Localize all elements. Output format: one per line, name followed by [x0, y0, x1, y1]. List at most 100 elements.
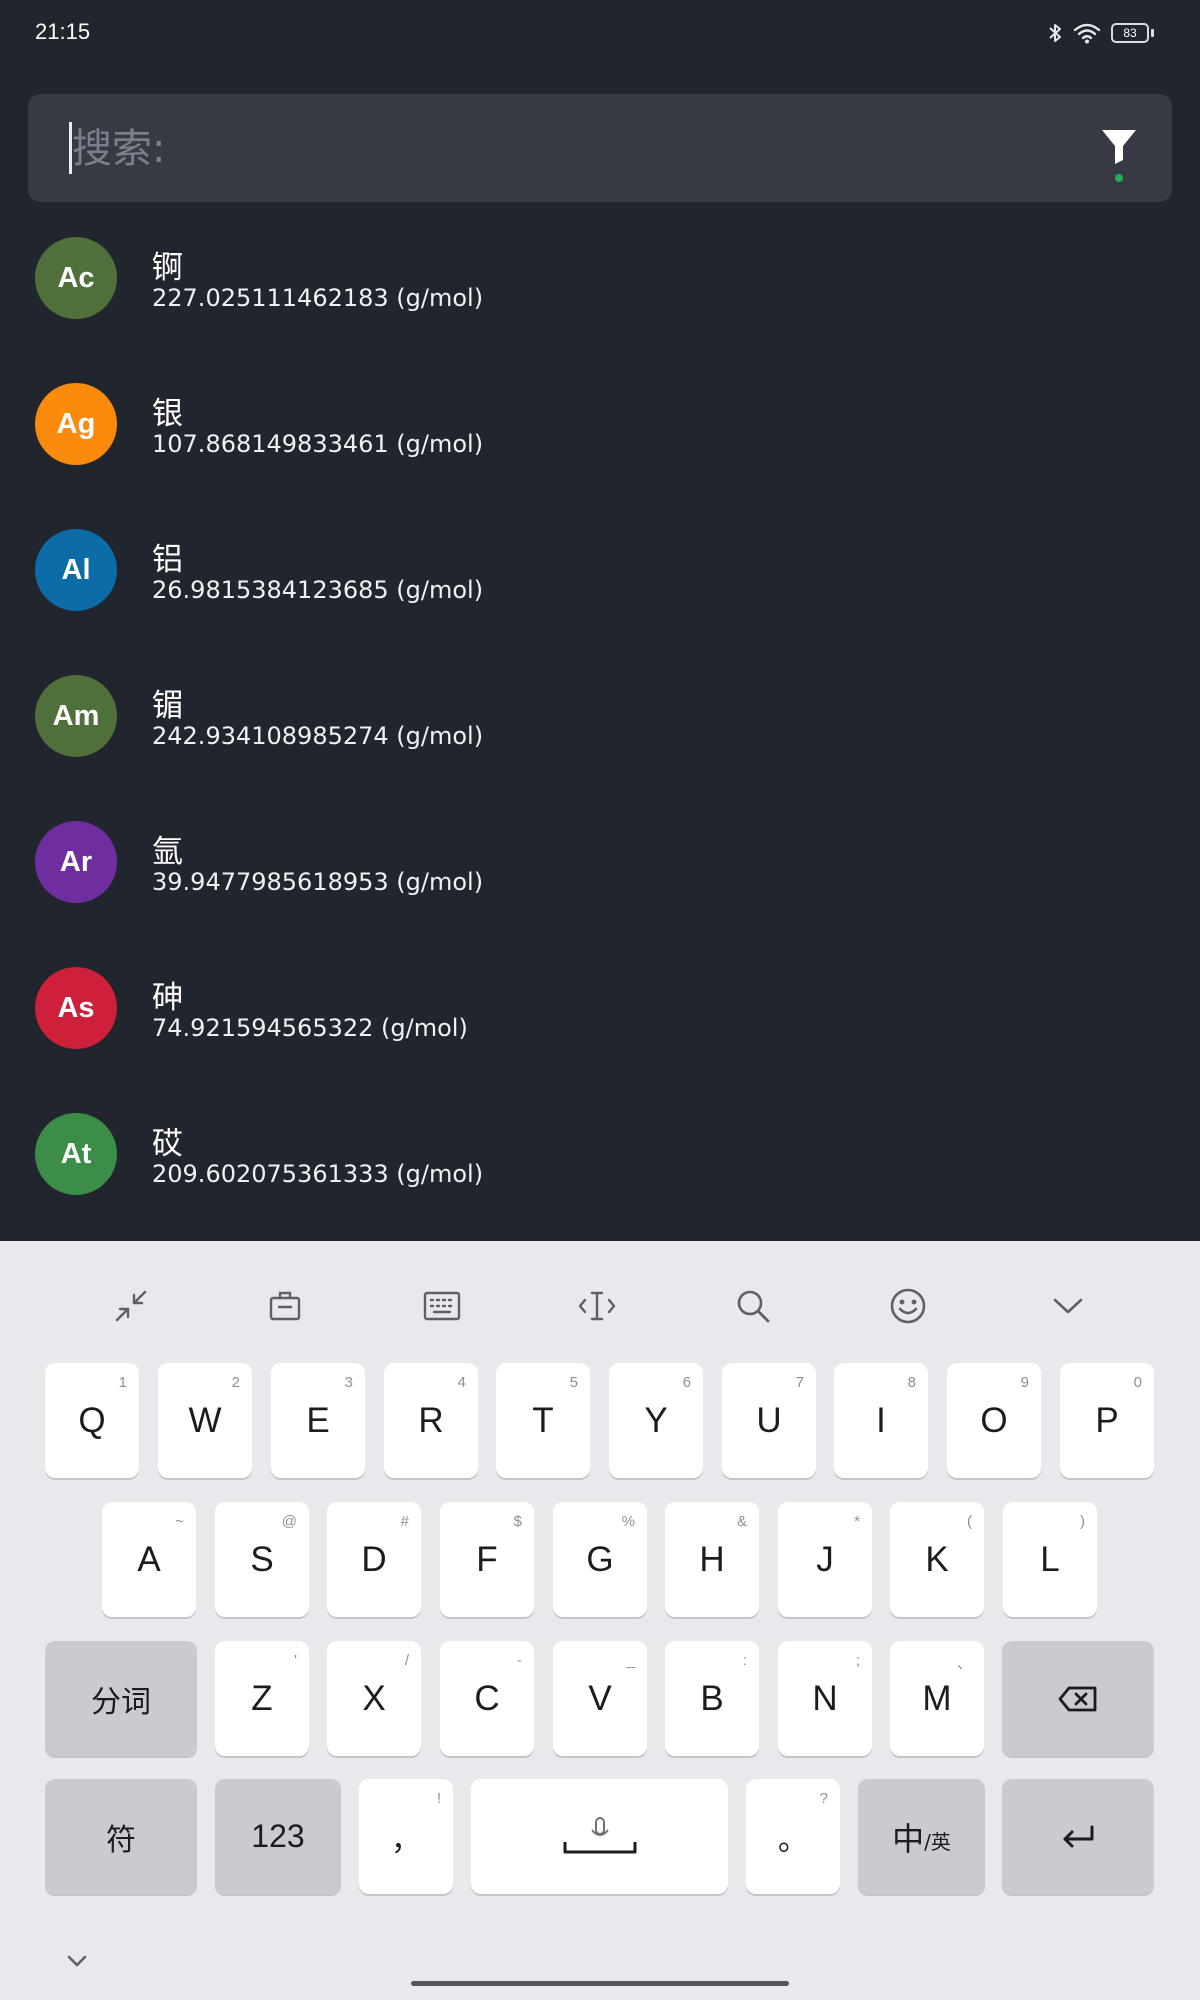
- keyboard-switch-button[interactable]: [415, 1279, 469, 1333]
- element-mass: 39.9477985618953 (g/mol): [152, 868, 484, 896]
- key-a[interactable]: A ~: [102, 1502, 196, 1617]
- chevron-down-icon: [1053, 1298, 1083, 1314]
- key-label: 分词: [91, 1684, 151, 1720]
- key-sub-label: 、: [956, 1655, 972, 1672]
- key-sub-label: 9: [1020, 1374, 1029, 1391]
- key-label: T: [532, 1400, 554, 1440]
- list-item[interactable]: Am 镅 242.934108985274 (g/mol): [0, 640, 1200, 786]
- key-sub-label: 8: [907, 1374, 916, 1391]
- key-g[interactable]: G%: [553, 1502, 647, 1617]
- element-mass: 209.602075361333 (g/mol): [152, 1160, 484, 1188]
- key-label: D: [361, 1539, 387, 1579]
- key-h[interactable]: H &: [665, 1502, 759, 1617]
- key-u[interactable]: U7: [722, 1363, 816, 1478]
- key-sub-label: &: [736, 1513, 747, 1530]
- numbers-key[interactable]: 123: [215, 1779, 341, 1894]
- key-y[interactable]: Y6: [609, 1363, 703, 1478]
- filter-active-indicator: [1115, 174, 1123, 182]
- key-e[interactable]: E3: [271, 1363, 365, 1478]
- key-x[interactable]: X /: [327, 1641, 421, 1756]
- key-label: X: [362, 1678, 386, 1718]
- key-label: E: [306, 1400, 330, 1440]
- element-avatar: Al: [35, 529, 117, 611]
- nav-collapse-button[interactable]: [62, 1946, 92, 1976]
- key-z[interactable]: Z ': [215, 1641, 309, 1756]
- space-key[interactable]: [471, 1779, 728, 1894]
- element-name: 氩: [152, 834, 183, 870]
- element-name: 铝: [152, 542, 183, 578]
- key-i[interactable]: I8: [834, 1363, 928, 1478]
- list-item[interactable]: Ag 银 107.868149833461 (g/mol): [0, 348, 1200, 494]
- home-indicator[interactable]: [411, 1981, 789, 1986]
- key-label: C: [474, 1678, 500, 1718]
- key-sub-label: %: [621, 1513, 635, 1530]
- cursor-move-button[interactable]: [570, 1279, 624, 1333]
- key-label: G: [586, 1539, 614, 1579]
- enter-key[interactable]: [1002, 1779, 1154, 1894]
- battery-level: 83: [1123, 26, 1137, 40]
- battery-icon: 83: [1111, 23, 1149, 43]
- list-item[interactable]: As 砷 74.921594565322 (g/mol): [0, 932, 1200, 1078]
- collapse-button[interactable]: [104, 1279, 158, 1333]
- battery-tip: [1151, 29, 1154, 37]
- key-sub-label: 1: [118, 1374, 127, 1391]
- key-label: F: [476, 1539, 498, 1579]
- emoji-button[interactable]: [881, 1279, 935, 1333]
- symbols-key[interactable]: 符: [45, 1779, 197, 1894]
- list-item[interactable]: Ac 锕 227.025111462183 (g/mol): [0, 202, 1200, 348]
- status-time: 21:15: [35, 19, 91, 44]
- key-sub-label: 7: [795, 1374, 804, 1391]
- list-item[interactable]: Al 铝 26.9815384123685 (g/mol): [0, 494, 1200, 640]
- key-sub-label: ?: [819, 1790, 828, 1807]
- list-item[interactable]: Ar 氩 39.9477985618953 (g/mol): [0, 786, 1200, 932]
- element-mass: 26.9815384123685 (g/mol): [152, 576, 484, 604]
- cursor-move-icon: [578, 1291, 616, 1321]
- key-n[interactable]: N;: [778, 1641, 872, 1756]
- key-label: L: [1040, 1539, 1060, 1579]
- key-o[interactable]: O9: [947, 1363, 1041, 1478]
- key-label: J: [816, 1539, 834, 1579]
- key-m[interactable]: M、: [890, 1641, 984, 1756]
- key-v[interactable]: V _: [553, 1641, 647, 1756]
- keyboard-search-button[interactable]: [726, 1279, 780, 1333]
- element-symbol: Ac: [57, 261, 95, 294]
- key-d[interactable]: D #: [327, 1502, 421, 1617]
- key-sub-label: ): [1080, 1513, 1085, 1530]
- key-q[interactable]: Q1: [45, 1363, 139, 1478]
- key-p[interactable]: P0: [1060, 1363, 1154, 1478]
- key-l[interactable]: L): [1003, 1502, 1097, 1617]
- key-label: V: [588, 1678, 612, 1718]
- key-t[interactable]: T5: [496, 1363, 590, 1478]
- element-avatar: Ag: [35, 383, 117, 465]
- hide-keyboard-button[interactable]: [1041, 1279, 1095, 1333]
- clipboard-button[interactable]: [258, 1279, 312, 1333]
- key-r[interactable]: R4: [384, 1363, 478, 1478]
- key-f[interactable]: F $: [440, 1502, 534, 1617]
- key-s[interactable]: S @: [215, 1502, 309, 1617]
- filter-icon: [1102, 130, 1136, 164]
- key-label: Z: [251, 1678, 273, 1718]
- key-w[interactable]: W2: [158, 1363, 252, 1478]
- key-label: 符: [106, 1822, 136, 1858]
- key-sub-label: 0: [1133, 1374, 1142, 1391]
- key-c[interactable]: C-: [440, 1641, 534, 1756]
- segment-key[interactable]: 分词: [45, 1641, 197, 1756]
- key-j[interactable]: J *: [778, 1502, 872, 1617]
- key-k[interactable]: K(: [890, 1502, 984, 1617]
- key-sub-label: 5: [569, 1374, 578, 1391]
- period-key[interactable]: 。?: [746, 1779, 840, 1894]
- comma-key[interactable]: ，!: [359, 1779, 453, 1894]
- search-input[interactable]: [70, 112, 974, 186]
- element-symbol: At: [60, 1137, 92, 1170]
- key-sub-label: /英: [924, 1830, 951, 1854]
- list-item[interactable]: At 砹 209.602075361333 (g/mol): [0, 1078, 1200, 1224]
- element-avatar: Am: [35, 675, 117, 757]
- backspace-key[interactable]: [1002, 1641, 1154, 1756]
- key-sub-label: *: [854, 1513, 860, 1530]
- key-label: P: [1095, 1400, 1119, 1440]
- key-b[interactable]: B:: [665, 1641, 759, 1756]
- language-switch-key[interactable]: 中/英: [858, 1779, 985, 1894]
- filter-button[interactable]: [1096, 124, 1142, 184]
- element-symbol: Al: [61, 553, 91, 586]
- element-mass: 74.921594565322 (g/mol): [152, 1014, 468, 1042]
